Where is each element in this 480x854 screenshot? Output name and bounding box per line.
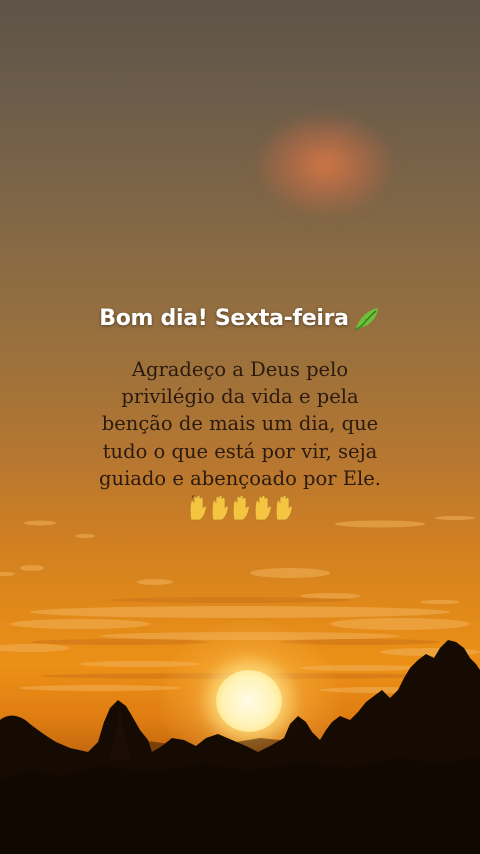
message-line: privilégio da vida e pela bbox=[121, 385, 359, 409]
greeting-headline: Bom dia! Sexta-feira bbox=[0, 305, 480, 331]
raising-hands-icon bbox=[211, 495, 229, 521]
gratitude-message: Agradeço a Deus pelo privilégio da vida … bbox=[60, 356, 420, 492]
message-line: guiado e abençoado por Ele. bbox=[99, 466, 381, 490]
raising-hands-icon bbox=[189, 494, 207, 521]
raising-hands-icon bbox=[275, 495, 293, 521]
story-background: Bom dia! Sexta-feira Agradeço a Deus pel… bbox=[0, 0, 480, 854]
message-line: Agradeço a Deus pelo bbox=[131, 358, 349, 381]
message-line: benção de mais um dia, que bbox=[101, 412, 379, 436]
raising-hands-icon bbox=[254, 495, 272, 521]
leaf-icon bbox=[354, 308, 378, 331]
greeting-text: Bom dia! Sexta-feira bbox=[99, 306, 349, 331]
message-line: tudo o que está por vir, seja bbox=[102, 439, 378, 463]
emoji-row bbox=[188, 494, 294, 524]
raising-hands-icon bbox=[232, 495, 250, 521]
